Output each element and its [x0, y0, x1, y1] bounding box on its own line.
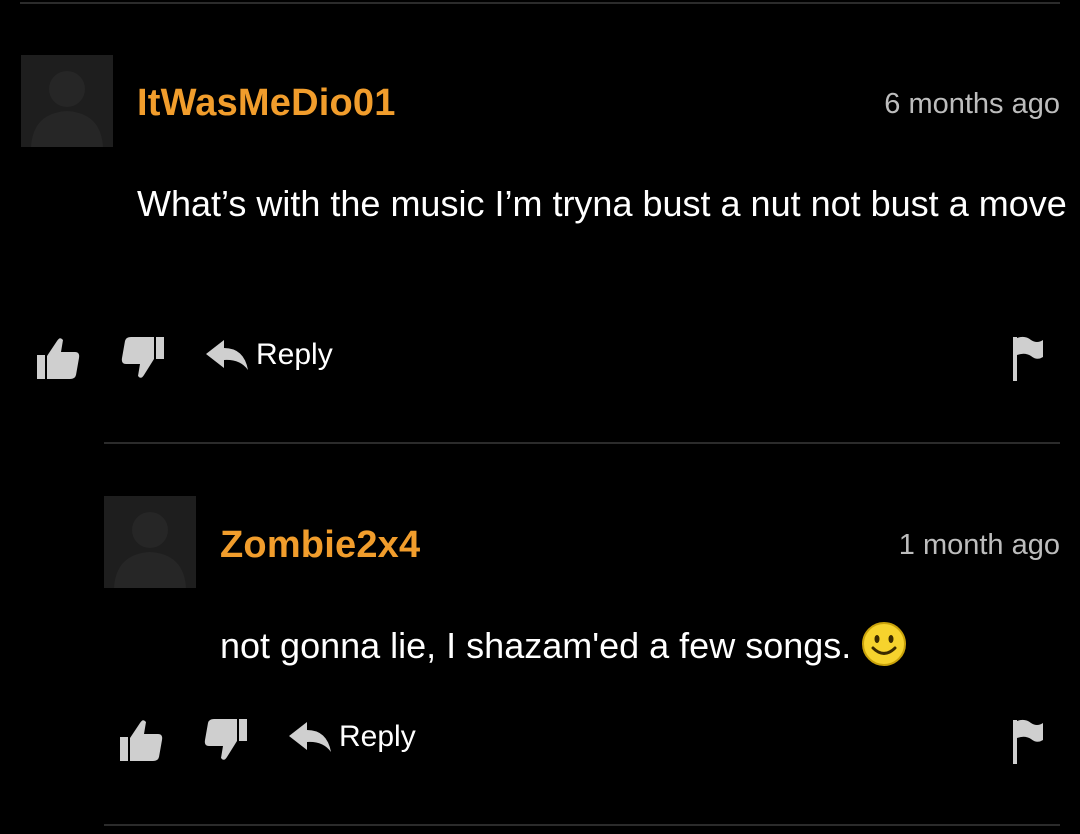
- reply-button[interactable]: Reply: [287, 720, 416, 754]
- comment-username[interactable]: ItWasMeDio01: [137, 82, 396, 125]
- comment-text: What’s with the music I’m tryna bust a n…: [137, 183, 1067, 224]
- flag-icon[interactable]: [1011, 335, 1045, 381]
- comment-username[interactable]: Zombie2x4: [220, 524, 420, 567]
- comment-timestamp: 1 month ago: [898, 529, 1060, 561]
- bottom-divider: [104, 824, 1060, 826]
- smiley-face-icon: [862, 622, 907, 667]
- user-silhouette-icon: [104, 496, 196, 588]
- comment-text-container: not gonna lie, I shazam'ed a few songs.: [220, 617, 1065, 675]
- flag-icon[interactable]: [1011, 718, 1045, 764]
- thumbs-down-icon[interactable]: [203, 717, 249, 763]
- comment-timestamp: 6 months ago: [884, 88, 1060, 120]
- reply-label: Reply: [256, 338, 333, 371]
- comments-page: ItWasMeDio01 6 months ago What’s with th…: [0, 0, 1080, 834]
- avatar[interactable]: [21, 55, 113, 147]
- thumbs-up-icon[interactable]: [118, 717, 164, 763]
- thumbs-down-icon[interactable]: [120, 335, 166, 381]
- avatar[interactable]: [104, 496, 196, 588]
- user-silhouette-icon: [21, 55, 113, 147]
- comment-text: not gonna lie, I shazam'ed a few songs.: [220, 625, 852, 666]
- top-divider: [20, 2, 1060, 4]
- reply-arrow-icon: [289, 722, 331, 752]
- comment-divider: [104, 442, 1060, 444]
- thumbs-up-icon[interactable]: [35, 335, 81, 381]
- reply-label: Reply: [339, 720, 416, 753]
- reply-button[interactable]: Reply: [204, 338, 333, 372]
- reply-arrow-icon: [206, 340, 248, 370]
